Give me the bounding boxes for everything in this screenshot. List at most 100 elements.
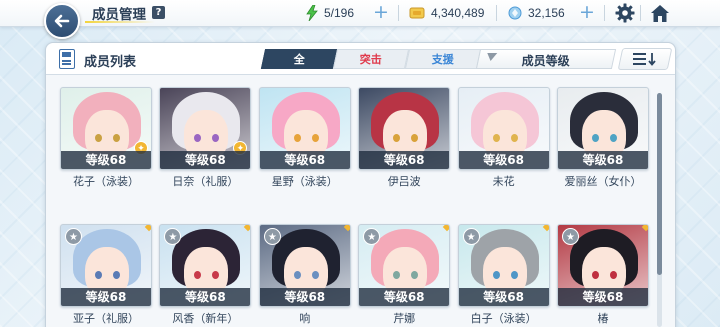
corner-marker bbox=[442, 225, 450, 232]
member-card[interactable]: ★ 等级68 亚子（礼服） bbox=[60, 224, 152, 326]
member-name: 响 bbox=[299, 312, 311, 325]
member-card[interactable]: ★ 等级68 芹娜 bbox=[358, 224, 451, 326]
filter-tabs: 全 突击 支援 bbox=[260, 49, 482, 69]
member-level: 等级68 bbox=[259, 288, 350, 306]
title-underline bbox=[85, 21, 155, 23]
member-name: 芹娜 bbox=[393, 312, 416, 325]
portrait-eye bbox=[95, 271, 102, 279]
portrait-eye bbox=[311, 134, 319, 142]
favorite-star-icon[interactable]: ★ bbox=[462, 228, 480, 245]
portrait-eye bbox=[592, 134, 599, 142]
favorite-star-icon[interactable]: ★ bbox=[562, 228, 579, 245]
back-arrow-icon bbox=[54, 14, 70, 28]
member-portrait: 等级68 bbox=[258, 87, 351, 170]
pyroxene-value: 32,156 bbox=[528, 6, 565, 20]
gear-icon bbox=[615, 3, 635, 23]
add-pyroxene-button[interactable]: + bbox=[579, 3, 595, 22]
lightning-icon bbox=[306, 5, 318, 21]
corner-marker bbox=[144, 225, 151, 232]
member-level: 等级68 bbox=[61, 288, 151, 306]
member-list-icon bbox=[59, 49, 75, 69]
portrait-eye bbox=[610, 134, 617, 142]
scrollbar[interactable] bbox=[657, 93, 662, 327]
portrait-eye bbox=[293, 271, 301, 279]
pyroxene-resource: 32,156 bbox=[508, 5, 565, 21]
portrait-eye bbox=[95, 134, 102, 142]
portrait-eye bbox=[492, 134, 500, 142]
portrait-eye bbox=[592, 271, 599, 279]
member-level: 等级68 bbox=[558, 288, 648, 306]
member-level: 等级68 bbox=[61, 151, 151, 169]
member-grid: ✦ 等级68 花子（泳装） ✦ 等级68 日奈（礼服） 等级68 星野（泳装） 等级68 伊吕波等… bbox=[60, 87, 660, 327]
member-level: 等级68 bbox=[458, 151, 549, 169]
corner-marker bbox=[244, 225, 251, 232]
member-card[interactable]: ★ 等级68 椿 bbox=[557, 224, 649, 326]
member-level: 等级68 bbox=[359, 151, 450, 169]
panel-title: 成员列表 bbox=[84, 55, 137, 70]
portrait-eye bbox=[492, 271, 500, 279]
page-title: 成员管理 bbox=[92, 7, 146, 23]
sort-descending-icon bbox=[633, 53, 656, 66]
member-level: 等级68 bbox=[558, 151, 648, 169]
sort-dropdown[interactable]: 成员等级 bbox=[475, 49, 617, 69]
portrait-eye bbox=[113, 271, 120, 279]
portrait-eye bbox=[510, 271, 518, 279]
ap-resource: 5/196 bbox=[306, 5, 354, 21]
divider bbox=[398, 5, 399, 21]
settings-button[interactable] bbox=[614, 2, 636, 24]
tab-striker-label: 突击 bbox=[359, 53, 382, 66]
credits-resource: 4,340,489 bbox=[409, 5, 484, 21]
home-button[interactable] bbox=[649, 2, 671, 24]
portrait-eye bbox=[113, 134, 120, 142]
sort-dropdown-label: 成员等级 bbox=[521, 54, 570, 68]
member-portrait: 等级68 bbox=[457, 87, 550, 170]
divider bbox=[640, 5, 641, 21]
member-portrait: 等级68 bbox=[557, 87, 649, 170]
member-name: 爱丽丝（女仆） bbox=[564, 175, 642, 188]
sort-order-button[interactable] bbox=[617, 48, 673, 70]
member-portrait: ★ 等级68 bbox=[159, 224, 252, 307]
tab-all-label: 全 bbox=[293, 53, 305, 66]
favorite-star-icon[interactable]: ★ bbox=[263, 228, 281, 245]
member-name: 花子（泳装） bbox=[73, 175, 139, 188]
member-portrait: 等级68 bbox=[358, 87, 451, 170]
member-name: 伊吕波 bbox=[387, 175, 421, 188]
portrait-eye bbox=[510, 134, 518, 142]
member-card[interactable]: ✦ 等级68 日奈（礼服） bbox=[159, 87, 252, 189]
member-card[interactable]: ★ 等级68 白子（泳装） bbox=[457, 224, 550, 326]
member-card[interactable]: 等级68 爱丽丝（女仆） bbox=[557, 87, 649, 189]
divider bbox=[604, 5, 605, 21]
member-portrait: ★ 等级68 bbox=[258, 224, 351, 307]
tab-support[interactable]: 支援 bbox=[404, 49, 482, 69]
tab-all[interactable]: 全 bbox=[260, 49, 338, 69]
member-portrait: ✦ 等级68 bbox=[159, 87, 252, 170]
back-button[interactable] bbox=[44, 3, 80, 39]
member-name: 日奈（礼服） bbox=[172, 175, 239, 188]
tab-striker[interactable]: 突击 bbox=[332, 49, 410, 69]
member-name: 风香（新年） bbox=[172, 312, 239, 325]
member-list-panel: 成员列表 全 突击 支援 成员等级 ✦ 等级68 花子（泳装） ✦ 等级68 日奈（礼服）… bbox=[45, 42, 676, 327]
pyroxene-gem-icon bbox=[508, 6, 522, 20]
corner-marker bbox=[542, 225, 549, 232]
top-bar: 成员管理 ? 5/196 + 4,340,489 32,156 + bbox=[0, 0, 720, 27]
help-icon[interactable]: ? bbox=[152, 6, 165, 19]
tab-support-label: 支援 bbox=[431, 53, 454, 66]
portrait-eye bbox=[610, 271, 617, 279]
member-name: 亚子（礼服） bbox=[73, 312, 139, 325]
add-ap-button[interactable]: + bbox=[373, 3, 389, 22]
member-name: 星野（泳装） bbox=[271, 175, 338, 188]
member-portrait: ★ 等级68 bbox=[60, 224, 152, 307]
member-card[interactable]: ★ 等级68 响 bbox=[258, 224, 351, 326]
panel-header: 成员列表 全 突击 支援 成员等级 bbox=[46, 43, 675, 75]
member-card[interactable]: ★ 等级68 风香（新年） bbox=[159, 224, 252, 326]
member-card[interactable]: ✦ 等级68 花子（泳装） bbox=[60, 87, 152, 189]
member-level: 等级68 bbox=[160, 151, 251, 169]
member-card[interactable]: 等级68 未花 bbox=[457, 87, 550, 189]
member-card[interactable]: 等级68 伊吕波 bbox=[358, 87, 451, 189]
portrait-eye bbox=[311, 271, 319, 279]
scrollbar-thumb[interactable] bbox=[657, 93, 662, 275]
favorite-star-icon[interactable]: ★ bbox=[65, 228, 82, 245]
member-card[interactable]: 等级68 星野（泳装） bbox=[258, 87, 351, 189]
member-portrait: ★ 等级68 bbox=[457, 224, 550, 307]
credit-coin-icon bbox=[409, 7, 425, 19]
